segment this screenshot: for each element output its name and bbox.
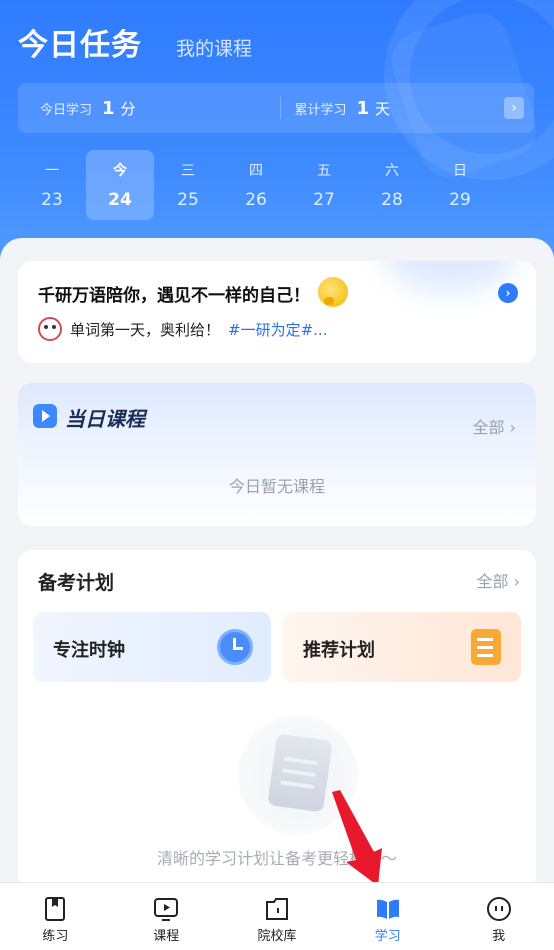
day-date: 24 xyxy=(108,190,132,210)
tab-label: 练习 xyxy=(42,929,69,944)
alarm-clock-icon xyxy=(217,629,253,665)
title-row: 今日任务 我的课程 xyxy=(18,20,252,64)
day-date: 27 xyxy=(313,190,335,210)
tab-my-courses[interactable]: 我的课程 xyxy=(176,34,252,61)
calendar-day[interactable]: 四 26 xyxy=(222,150,290,220)
open-book-icon xyxy=(376,899,399,919)
study-plan-card: 备考计划 全部 › 专注时钟 推荐计划 清晰的学习计划让备考更轻松哦～ xyxy=(18,550,536,890)
day-name: 四 xyxy=(249,163,263,179)
tab-course[interactable]: 课程 xyxy=(111,883,222,950)
play-video-icon xyxy=(33,404,57,428)
course-empty-text: 今日暂无课程 xyxy=(228,477,325,496)
focus-clock-button[interactable]: 专注时钟 xyxy=(33,612,271,682)
plan-all-link[interactable]: 全部 › xyxy=(477,568,521,592)
practice-book-icon xyxy=(45,897,66,921)
today-study-stat: 今日学习 1 分 xyxy=(18,83,280,133)
daily-course-card: 当日课程 全部 › 今日暂无课程 xyxy=(18,383,536,526)
recommend-plan-label: 推荐计划 xyxy=(303,640,375,661)
tab-label: 课程 xyxy=(153,929,180,944)
today-study-unit: 分 xyxy=(120,99,136,118)
calendar-day[interactable]: 三 25 xyxy=(154,150,222,220)
thinking-face-icon xyxy=(318,277,348,307)
course-all-link[interactable]: 全部 › xyxy=(473,414,517,438)
motto-card[interactable]: 千研万语陪你，遇见不一样的自己！ › 单词第一天，奥利给！ #一研为定#... xyxy=(18,261,536,363)
tab-label: 学习 xyxy=(374,929,401,944)
day-name: 六 xyxy=(385,163,399,179)
motto-post-line: 单词第一天，奥利给！ #一研为定#... xyxy=(38,317,327,341)
day-name: 日 xyxy=(453,163,467,179)
today-study-label: 今日学习 xyxy=(40,102,93,118)
focus-clock-label: 专注时钟 xyxy=(53,640,125,661)
tab-study[interactable]: 学习 xyxy=(332,883,443,950)
red-pointer-arrow-icon xyxy=(332,790,382,886)
motto-title: 千研万语陪你，遇见不一样的自己！ xyxy=(38,286,310,306)
tab-today-tasks[interactable]: 今日任务 xyxy=(18,20,142,64)
day-date: 29 xyxy=(449,190,471,210)
chat-face-icon xyxy=(486,897,511,921)
tab-school-library[interactable]: 院校库 xyxy=(222,883,333,950)
mascot-avatar xyxy=(38,317,62,341)
card-glow xyxy=(386,261,516,291)
school-folder-icon xyxy=(265,898,288,920)
study-stats-bar[interactable]: 今日学习 1 分 累计学习 1 天 › xyxy=(18,83,534,133)
today-study-value: 1 xyxy=(102,97,115,119)
tab-practice[interactable]: 练习 xyxy=(0,883,111,950)
day-date: 26 xyxy=(245,190,267,210)
tab-label: 院校库 xyxy=(257,929,297,944)
calendar-day-today[interactable]: 今 24 xyxy=(86,150,154,220)
notebook-icon xyxy=(267,733,333,813)
calendar-day[interactable]: 六 28 xyxy=(358,150,426,220)
day-name: 五 xyxy=(317,163,331,179)
total-study-stat: 累计学习 1 天 xyxy=(279,97,535,119)
chevron-right-icon[interactable]: › xyxy=(504,97,524,119)
plan-empty-text: 清晰的学习计划让备考更轻松哦～ xyxy=(156,849,397,868)
calendar-day[interactable]: 日 29 xyxy=(426,150,494,220)
total-study-label: 累计学习 xyxy=(294,102,347,118)
motto-hashtag[interactable]: #一研为定#... xyxy=(228,319,327,340)
motto-post-text: 单词第一天，奥利给！ xyxy=(70,320,221,339)
day-date: 25 xyxy=(177,190,199,210)
day-name: 三 xyxy=(181,163,195,179)
total-study-value: 1 xyxy=(356,97,370,119)
calendar-day[interactable]: 五 27 xyxy=(290,150,358,220)
total-study-unit: 天 xyxy=(375,99,391,118)
day-name: 今 xyxy=(113,163,127,179)
day-date: 23 xyxy=(41,190,63,210)
calendar-day[interactable]: 一 23 xyxy=(18,150,86,220)
bottom-tab-bar: 练习 课程 院校库 学习 我 xyxy=(0,882,554,950)
tab-label: 我 xyxy=(492,929,506,944)
day-date: 28 xyxy=(381,190,403,210)
week-calendar: 一 23 今 24 三 25 四 26 五 27 六 28 日 29 xyxy=(18,150,508,220)
daily-course-title: 当日课程 xyxy=(65,407,145,431)
go-arrow-icon[interactable]: › xyxy=(498,283,518,303)
tab-me[interactable]: 我 xyxy=(443,883,554,950)
video-course-icon xyxy=(154,898,179,921)
checklist-note-icon xyxy=(471,629,501,665)
recommend-plan-button[interactable]: 推荐计划 xyxy=(283,612,521,682)
plan-title: 备考计划 xyxy=(38,572,115,594)
day-name: 一 xyxy=(45,163,59,179)
